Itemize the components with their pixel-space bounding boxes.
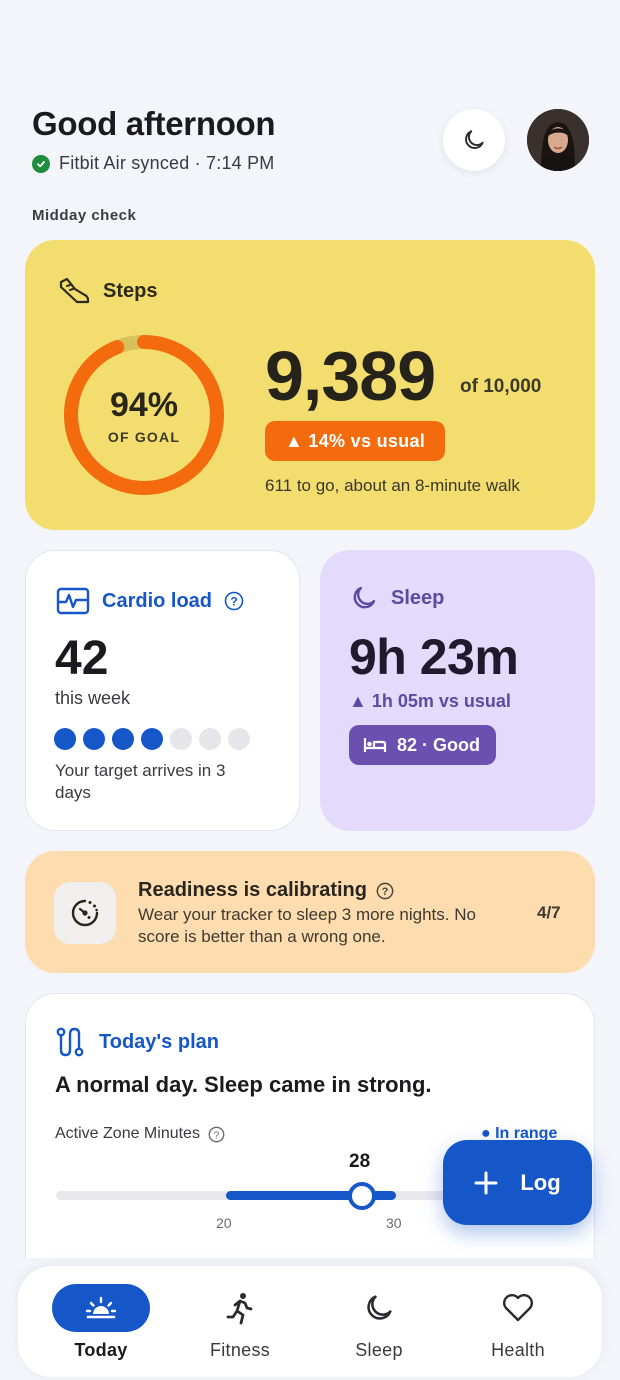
sleep-score-badge: 82 · Good <box>349 725 497 765</box>
nav-item-health[interactable]: Health <box>445 1266 591 1377</box>
heart-rate-icon <box>56 587 90 615</box>
progress-dot <box>141 728 163 750</box>
steps-title: Steps <box>57 276 157 306</box>
sync-text: Fitbit Air synced · 7:14 PM <box>59 153 275 173</box>
nav-label: Health <box>491 1340 545 1360</box>
nav-label: Fitness <box>209 1340 271 1360</box>
azm-marker <box>348 1182 376 1210</box>
progress-dot <box>112 728 134 750</box>
moon-icon <box>465 130 484 149</box>
progress-dot <box>83 728 105 750</box>
sleep-duration: 9h 23m <box>349 629 519 685</box>
steps-note: 611 to go, about an 8-minute walk <box>265 476 520 495</box>
steps-goal: of 10,000 <box>460 376 542 397</box>
cardio-title-label: Cardio load <box>102 589 213 612</box>
heart-icon <box>469 1284 567 1332</box>
range-low-label: 20 <box>216 1215 232 1231</box>
bed-icon <box>363 738 387 752</box>
plus-icon <box>474 1171 498 1194</box>
nav-item-sleep[interactable]: Sleep <box>306 1266 452 1377</box>
readiness-title: Readiness is calibrating ? <box>138 879 394 902</box>
nav-label: Today <box>74 1340 128 1360</box>
moon-icon <box>353 586 376 609</box>
moon-icon <box>330 1284 428 1332</box>
azm-label-text: Active Zone Minutes <box>55 1125 200 1142</box>
progress-dot <box>170 728 192 750</box>
sync-status: Fitbit Air synced · 7:14 PM <box>32 153 275 174</box>
azm-label: Active Zone Minutes ? <box>55 1125 225 1143</box>
help-icon[interactable]: ? <box>208 1126 225 1143</box>
running-icon <box>191 1284 289 1332</box>
steps-value: 9,389 <box>265 337 436 415</box>
goal-percent: 94% <box>109 385 179 424</box>
of-goal-label: OF GOAL <box>107 428 181 445</box>
azm-value: 28 <box>349 1151 371 1172</box>
cardio-value: 42 <box>55 632 109 685</box>
nav-item-today[interactable]: Today <box>28 1266 174 1377</box>
log-button[interactable]: Log <box>443 1140 592 1225</box>
readiness-count: 4/7 <box>537 903 561 922</box>
svg-text:?: ? <box>382 886 389 898</box>
help-icon[interactable]: ? <box>224 591 244 611</box>
sleep-score-label: 82 · Good <box>397 734 481 755</box>
svg-text:?: ? <box>230 595 237 609</box>
steps-trend-badge: ▲ 14% vs usual <box>265 421 446 461</box>
plan-headline: A normal day. Sleep came in strong. <box>55 1072 432 1097</box>
greeting: Good afternoon <box>32 105 276 142</box>
progress-dot <box>199 728 221 750</box>
ring-label: 94% OF GOAL <box>61 332 227 498</box>
plan-title-label: Today's plan <box>99 1030 219 1053</box>
bottom-nav: Today Fitness Sleep Health <box>18 1266 602 1377</box>
readiness-text: Wear your tracker to sleep 3 more nights… <box>138 905 476 946</box>
steps-title-label: Steps <box>103 279 158 302</box>
cardio-note: Your target arrives in 3 days <box>55 761 226 802</box>
readiness-title-label: Readiness is calibrating <box>138 879 367 901</box>
readiness-card[interactable]: Readiness is calibrating ? Wear your tra… <box>25 851 595 973</box>
help-icon[interactable]: ? <box>376 882 394 900</box>
check-circle-icon <box>32 154 50 173</box>
section-label: Midday check <box>32 207 137 224</box>
steps-card[interactable]: Steps 94% OF GOAL 9,389 of 10,000 ▲ 14% … <box>25 240 595 530</box>
calibrating-icon <box>54 882 116 944</box>
progress-dot <box>228 728 250 750</box>
sunrise-icon <box>52 1284 150 1332</box>
log-button-label: Log <box>520 1169 561 1195</box>
cardio-progress-dots <box>54 728 257 750</box>
sleep-card[interactable]: Sleep 9h 23m ▲ 1h 05m vs usual 82 · Good <box>320 550 595 831</box>
nav-item-fitness[interactable]: Fitness <box>167 1266 313 1377</box>
cardio-title: Cardio load ? <box>56 587 244 615</box>
avatar[interactable] <box>527 109 589 171</box>
sleep-delta: ▲ 1h 05m vs usual <box>349 691 511 711</box>
shoe-icon <box>59 277 90 304</box>
cardio-period: this week <box>55 688 131 708</box>
dark-mode-button[interactable] <box>443 109 505 171</box>
sleep-title-label: Sleep <box>391 586 445 609</box>
route-icon <box>56 1027 84 1057</box>
plan-title: Today's plan <box>55 1026 219 1058</box>
range-high-label: 30 <box>386 1215 402 1231</box>
header: Good afternoon Fitbit Air synced · 7:14 … <box>32 105 276 174</box>
sleep-title: Sleep <box>349 583 444 613</box>
nav-label: Sleep <box>355 1340 403 1360</box>
svg-text:?: ? <box>214 1130 220 1141</box>
cardio-load-card[interactable]: Cardio load ? 42 this week Your target a… <box>25 550 300 831</box>
progress-dot <box>54 728 76 750</box>
